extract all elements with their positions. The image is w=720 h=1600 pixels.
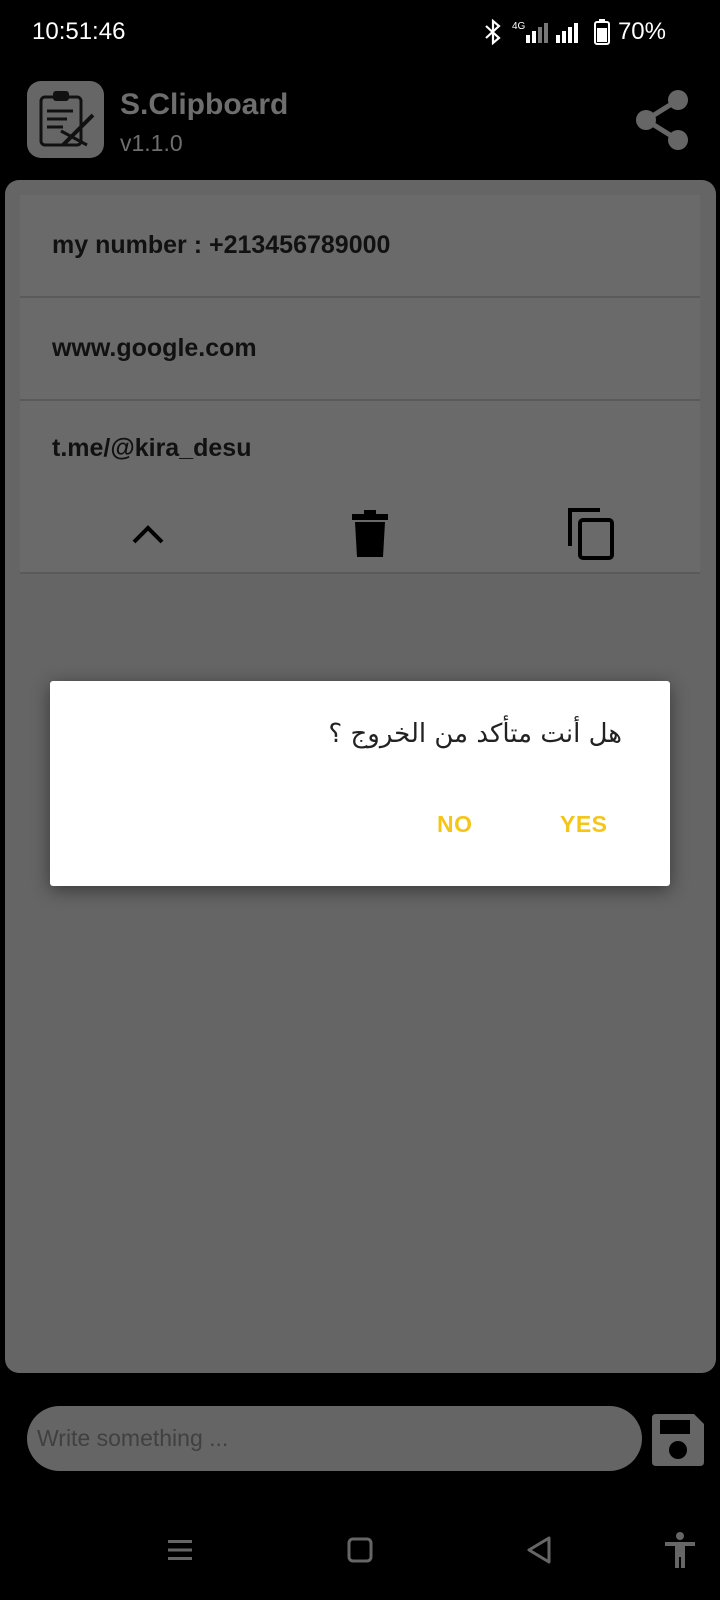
share-icon: [636, 90, 688, 150]
bluetooth-icon: [482, 19, 504, 45]
app-version: v1.1.0: [120, 130, 183, 156]
exit-confirm-dialog: هل أنت متأكد من الخروج ؟ NO YES: [50, 681, 670, 886]
copy-icon: [568, 508, 614, 560]
battery-icon: [593, 19, 610, 45]
system-nav-bar: [0, 1500, 720, 1600]
copy-button[interactable]: [562, 506, 622, 562]
no-button[interactable]: NO: [437, 811, 473, 838]
delete-button[interactable]: [340, 506, 400, 562]
list-item[interactable]: t.me/@kira_desu: [20, 401, 700, 496]
share-button[interactable]: [632, 88, 692, 152]
list-item-text: www.google.com: [52, 334, 257, 362]
dialog-message: هل أنت متأكد من الخروج ؟: [328, 719, 622, 749]
battery-percent: 70%: [617, 18, 666, 45]
status-time: 10:51:46: [32, 18, 126, 45]
status-icons: 4G 70%: [482, 18, 666, 46]
back-button[interactable]: [519, 1530, 559, 1570]
item-actions: [20, 496, 700, 574]
menu-icon: [168, 1540, 192, 1560]
menu-button[interactable]: [160, 1530, 200, 1570]
cellular-signal-icon: 4G: [512, 19, 586, 45]
accessibility-button[interactable]: [660, 1530, 700, 1570]
accessibility-icon: [665, 1532, 695, 1568]
collapse-button[interactable]: [118, 506, 178, 562]
yes-button[interactable]: YES: [560, 811, 608, 838]
chevron-up-icon: [132, 525, 164, 544]
list-item-text: t.me/@kira_desu: [52, 434, 252, 462]
back-icon: [527, 1536, 551, 1564]
status-bar: 10:51:46 4G 70%: [0, 0, 720, 66]
save-button[interactable]: [650, 1412, 706, 1468]
clipboard-list: my number : +213456789000 www.google.com…: [20, 195, 700, 574]
home-button[interactable]: [340, 1530, 380, 1570]
text-input[interactable]: [27, 1406, 642, 1471]
app-logo-icon: [27, 81, 104, 158]
home-icon: [347, 1537, 373, 1563]
text-input-container: [27, 1406, 642, 1471]
save-icon: [652, 1414, 704, 1466]
app-header: S.Clipboard v1.1.0: [0, 66, 720, 176]
svg-text:4G: 4G: [512, 21, 526, 32]
list-item-text: my number : +213456789000: [52, 231, 391, 259]
list-item[interactable]: www.google.com: [20, 298, 700, 401]
app-title: S.Clipboard: [120, 88, 289, 121]
list-item[interactable]: my number : +213456789000: [20, 195, 700, 298]
trash-icon: [352, 510, 388, 557]
